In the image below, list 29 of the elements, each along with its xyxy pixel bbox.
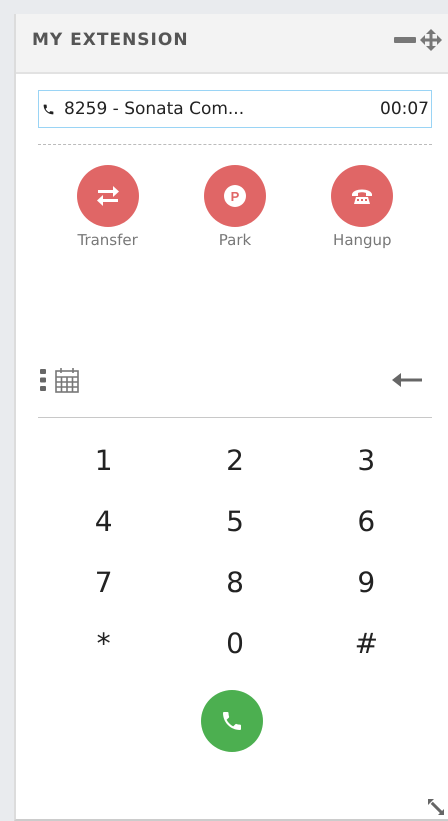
panel-title: MY EXTENSION (32, 30, 189, 50)
phone-icon (220, 709, 244, 733)
keypad-key[interactable]: 1 (74, 430, 134, 491)
active-call-row[interactable]: 8259 - Sonata Com... 00:07 (38, 90, 432, 128)
telephone-icon (351, 187, 374, 205)
keypad-key[interactable]: 3 (336, 430, 396, 491)
call-label: 8259 - Sonata Com... (64, 99, 246, 119)
action-label: Transfer (77, 231, 138, 249)
keypad-key[interactable]: 7 (74, 552, 134, 613)
more-options-icon[interactable] (40, 369, 46, 391)
keypad-key[interactable]: 0 (204, 613, 265, 674)
swap-arrows-icon (96, 186, 120, 206)
keypad-key[interactable]: * (74, 613, 134, 674)
keypad-key[interactable]: 9 (336, 552, 396, 613)
action-label: Park (218, 231, 252, 249)
phone-icon (42, 102, 55, 116)
calendar-icon[interactable] (55, 367, 79, 393)
keypad-key[interactable]: 4 (74, 491, 134, 552)
resize-icon[interactable] (428, 799, 444, 815)
minimize-icon[interactable] (394, 36, 416, 44)
keypad-key[interactable]: 6 (336, 491, 396, 552)
keypad-key[interactable]: # (336, 613, 396, 674)
keypad-key[interactable]: 5 (204, 491, 265, 552)
keypad-key[interactable]: 8 (204, 552, 265, 613)
action-label: Hangup (333, 231, 392, 249)
backspace-arrow-icon[interactable] (392, 373, 422, 387)
move-icon[interactable] (420, 29, 442, 51)
keypad-key[interactable]: 2 (204, 430, 265, 491)
call-timer: 00:07 (380, 99, 429, 119)
